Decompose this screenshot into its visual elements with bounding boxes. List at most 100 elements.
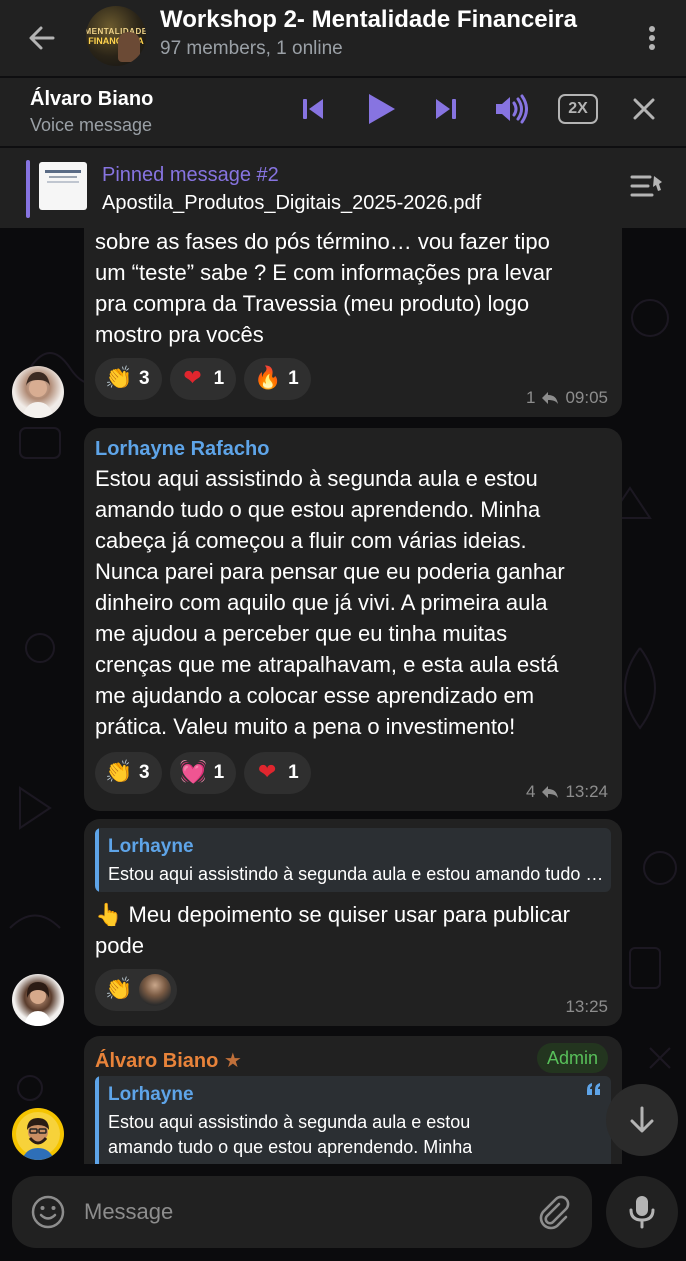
pinned-file-name: Apostila_Produtos_Digitais_2025-2026.pdf — [102, 192, 482, 214]
user-avatar[interactable] — [12, 366, 64, 418]
star-icon: ★ — [223, 1050, 242, 1072]
pinned-title: Pinned message #2 — [102, 164, 279, 186]
message-line: pra compra da Travessia (meu produto) lo… — [95, 291, 530, 316]
user-avatar[interactable] — [12, 1108, 64, 1160]
message-time: 13:25 — [565, 997, 608, 1016]
reaction-clap[interactable]: 👏 3 — [95, 752, 162, 794]
emoji-smile-icon[interactable] — [30, 1194, 66, 1230]
chat-header: MENTALIDADE FINANCEIRA Workshop 2- Menta… — [0, 0, 686, 76]
chat-info[interactable]: Workshop 2- Mentalidade Financeira 97 me… — [160, 6, 577, 60]
message-line: Estou aqui assistindo à segunda aula e e… — [95, 466, 538, 491]
reactor-avatar — [139, 974, 171, 1006]
reaction-heart[interactable]: ❤ 1 — [169, 358, 237, 400]
reaction-count: 1 — [288, 368, 299, 389]
reaction-count: 1 — [288, 762, 299, 783]
pdf-thumbnail — [39, 162, 87, 210]
microphone-button[interactable] — [606, 1176, 678, 1248]
message-text: Estou aqui assistindo à segunda aula e e… — [95, 463, 565, 742]
reaction-count: 3 — [139, 368, 150, 389]
admin-badge: Admin — [537, 1043, 609, 1073]
composer — [0, 1164, 686, 1261]
message-line: crenças que me atrapalhavam, e esta aula… — [95, 652, 559, 677]
message-meta: 13:25 — [565, 997, 608, 1017]
sender-name-text: Álvaro Biano — [95, 1050, 219, 1072]
volume-icon[interactable] — [494, 92, 528, 126]
reactions: 👏 3 💓 1 ❤ 1 — [95, 752, 311, 794]
avatar-person — [118, 32, 140, 62]
message-line: um “teste” sabe ? E com informações pra … — [95, 260, 553, 285]
message-bubble[interactable]: Álvaro Biano ★ Admin Lorhayne Estou aqui… — [84, 1036, 622, 1164]
reply-author: Lorhayne — [108, 836, 194, 857]
reaction-count: 1 — [213, 762, 225, 783]
message-line: 👆 Meu depoimento se quiser usar para pub… — [95, 902, 570, 927]
message-bubble[interactable]: sobre as fases do pós término… vou fazer… — [84, 228, 622, 417]
reply-author: Lorhayne — [108, 1084, 194, 1105]
reactions: 👏 — [95, 969, 177, 1011]
reply-quote[interactable]: Lorhayne Estou aqui assistindo à segunda… — [95, 828, 611, 892]
reply-quote[interactable]: Lorhayne Estou aqui assistindo à segunda… — [95, 1076, 611, 1164]
reaction-heart[interactable]: ❤ 1 — [244, 752, 311, 794]
chat-title: Workshop 2- Mentalidade Financeira — [160, 6, 577, 33]
clap-emoji-icon: 👏 — [105, 366, 133, 391]
group-avatar[interactable]: MENTALIDADE FINANCEIRA — [86, 6, 146, 66]
message-input-container[interactable] — [12, 1176, 592, 1248]
reply-indicator — [95, 828, 99, 892]
message-bubble[interactable]: Lorhayne Estou aqui assistindo à segunda… — [84, 819, 622, 1026]
message-line: mostro pra vocês — [95, 322, 264, 347]
message-line: cabeça já começou a fluir com várias ide… — [95, 528, 527, 553]
skip-next-icon[interactable] — [433, 92, 459, 126]
clap-emoji-icon: 👏 — [105, 977, 133, 1002]
back-arrow-icon[interactable] — [0, 0, 84, 76]
message-line: pode — [95, 933, 144, 958]
reaction-fire[interactable]: 🔥 1 — [244, 358, 311, 400]
message-meta: 1 09:05 — [526, 388, 608, 408]
paperclip-icon[interactable] — [536, 1194, 570, 1230]
fire-emoji-icon: 🔥 — [254, 366, 282, 391]
sender-name[interactable]: Álvaro Biano ★ — [95, 1048, 242, 1073]
message-line: sobre as fases do pós término… vou fazer… — [95, 229, 550, 254]
reply-count: 1 — [525, 388, 536, 407]
user-avatar[interactable] — [12, 974, 64, 1026]
message-line: amando tudo o que estou aprendendo. Minh… — [95, 497, 541, 522]
reaction-clap[interactable]: 👏 — [95, 969, 177, 1011]
chat-member-count: 97 members, 1 online — [160, 38, 343, 59]
reply-arrow-icon — [542, 786, 559, 798]
clap-emoji-icon: 👏 — [105, 760, 133, 785]
reply-snippet: Estou aqui assistindo à segunda aula e e… — [108, 864, 604, 884]
playback-speed-button[interactable]: 2X — [558, 94, 598, 124]
heart-emoji-icon: ❤ — [257, 760, 277, 785]
message-text: 👆 Meu depoimento se quiser usar para pub… — [95, 899, 570, 961]
message-time: 09:05 — [565, 388, 608, 407]
message-bubble[interactable]: Lorhayne Rafacho Estou aqui assistindo à… — [84, 428, 622, 811]
reply-count: 4 — [525, 782, 536, 801]
pinned-message-bar[interactable]: Pinned message #2 Apostila_Produtos_Digi… — [0, 148, 686, 228]
play-icon[interactable] — [366, 92, 396, 126]
heart-on-fire-emoji-icon: 💓 — [179, 760, 207, 785]
message-line: dinheiro com aquilo que já vivi. A prime… — [95, 590, 548, 615]
quote-icon — [585, 1082, 603, 1096]
audio-player-bar: Álvaro Biano Voice message 2X — [0, 78, 686, 146]
more-vertical-icon[interactable] — [640, 22, 664, 54]
message-time: 13:24 — [565, 782, 608, 801]
close-icon[interactable] — [632, 92, 656, 126]
message-meta: 4 13:24 — [526, 782, 608, 802]
reply-arrow-icon — [542, 392, 559, 404]
scroll-down-button[interactable] — [606, 1084, 678, 1156]
player-author[interactable]: Álvaro Biano — [30, 88, 153, 111]
message-line: prática. Valeu muito a pena o investimen… — [95, 714, 516, 739]
microphone-icon — [629, 1196, 655, 1229]
skip-previous-icon[interactable] — [300, 92, 326, 126]
reply-snippet-line: amando tudo o que estou aprendendo. Minh… — [108, 1137, 473, 1157]
reaction-clap[interactable]: 👏 3 — [95, 358, 162, 400]
reaction-heart-on-fire[interactable]: 💓 1 — [169, 752, 237, 794]
sender-name[interactable]: Lorhayne Rafacho — [95, 438, 269, 461]
reply-indicator — [95, 1076, 99, 1164]
reaction-count: 3 — [139, 762, 150, 783]
message-line: me ajudando a colocar esse aprendizado e… — [95, 683, 535, 708]
message-text: sobre as fases do pós término… vou fazer… — [95, 228, 552, 350]
pinned-list-icon[interactable] — [630, 172, 664, 200]
message-input[interactable] — [84, 1192, 524, 1232]
message-line: me ajudou a perceber que eu tinha muitas — [95, 621, 508, 646]
heart-emoji-icon: ❤ — [183, 366, 202, 391]
message-list[interactable]: sobre as fases do pós término… vou fazer… — [0, 228, 686, 1164]
